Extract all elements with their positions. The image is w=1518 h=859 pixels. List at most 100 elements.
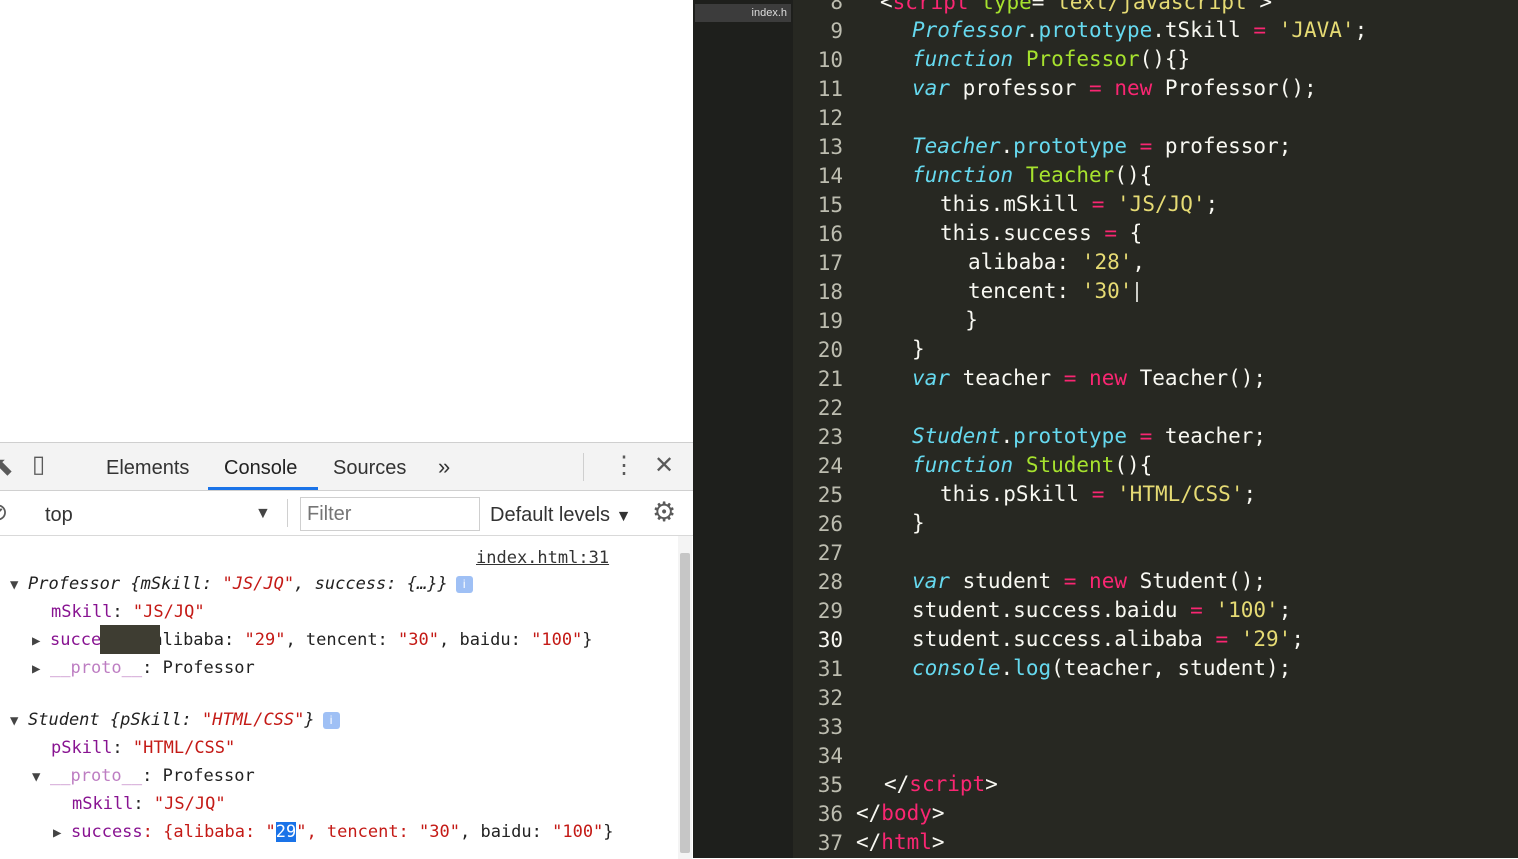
active-tab-indicator [208,487,318,490]
line-number: 27 [817,541,843,565]
info-icon[interactable]: i [322,711,340,729]
code-line-31: console.log(teacher, student); [912,656,1292,680]
line-number: 35 [817,773,843,797]
chevron-down-icon: ▼ [615,508,632,525]
line-number: 8 [830,0,843,14]
expand-triangle-icon[interactable]: ▶ [32,633,50,649]
text-cursor [1136,282,1138,302]
line-number: 26 [817,512,843,536]
line-number: 23 [817,425,843,449]
line-number: 14 [817,164,843,188]
code-line-37: </html> [856,830,945,854]
line-number: 10 [817,48,843,72]
code-line-30: student.success.alibaba = '29'; [912,627,1304,651]
expand-triangle-icon[interactable]: ▼ [32,769,50,785]
file-tab[interactable]: index.h [695,4,791,22]
tab-elements[interactable]: Elements [106,457,189,480]
line-number: 18 [817,280,843,304]
code-line-25: this.pSkill = 'HTML/CSS'; [940,482,1257,506]
code-line-17: alibaba: '28', [968,250,1146,274]
code-line-14: function Teacher(){ [912,163,1153,187]
code-line-10: function Professor(){} [912,47,1191,71]
line-number: 25 [817,483,843,507]
toolbar-divider [583,453,584,481]
line-number: 32 [817,686,843,710]
line-number: 16 [817,222,843,246]
line-number: 13 [817,135,843,159]
line-number: 34 [817,744,843,768]
line-number: 36 [817,802,843,826]
line-number: 24 [817,454,843,478]
code-line-13: Teacher.prototype = professor; [912,134,1292,158]
line-number: 37 [817,831,843,855]
code-line-18: tencent: '30' [968,279,1133,303]
code-line-8: <script type="text/javascript"> [880,0,1272,14]
property-row-proto[interactable]: ▶ __proto__: Professor [32,658,255,678]
context-selector[interactable]: top [45,504,73,527]
more-tabs-icon[interactable]: » [438,454,450,480]
line-number: 28 [817,570,843,594]
line-number: 21 [817,367,843,391]
property-row-proto[interactable]: ▼ __proto__: Professor [32,766,255,786]
device-toolbar-icon[interactable]: ▯ [32,452,45,478]
property-row-success[interactable]: ▶ success: {alibaba: "29", tencent: "30",… [53,822,614,842]
line-number: 22 [817,396,843,420]
code-line-23: Student.prototype = teacher; [912,424,1267,448]
line-number: 19 [817,309,843,333]
line-number: 15 [817,193,843,217]
source-link[interactable]: index.html:31 [476,548,609,568]
filter-divider [287,499,288,527]
expand-triangle-icon[interactable]: ▶ [53,825,71,841]
code-line-16: this.success = { [940,221,1143,245]
code-line-11: var professor = new Professor(); [912,76,1317,100]
code-line-9: Professor.prototype.tSkill = 'JAVA'; [912,18,1368,42]
tab-console[interactable]: Console [224,457,297,480]
log-object-student[interactable]: ▼ Student {pSkill: "HTML/CSS"} i [10,710,340,730]
line-number: 30 [817,628,843,652]
expand-triangle-icon[interactable]: ▼ [10,577,28,593]
property-row: mSkill: "JS/JQ" [72,794,226,814]
line-number: 31 [817,657,843,681]
line-number: 29 [817,599,843,623]
scrollbar-thumb[interactable] [680,553,690,853]
inspect-element-icon[interactable]: ⬉ [0,453,14,479]
line-number: 20 [817,338,843,362]
line-number: 33 [817,715,843,739]
chevron-down-icon[interactable]: ▼ [255,505,271,523]
code-line-35: </script> [884,772,998,796]
code-line-36: </body> [856,801,945,825]
code-line-15: this.mSkill = 'JS/JQ'; [940,192,1219,216]
gear-icon[interactable]: ⚙ [652,499,676,526]
log-object-professor[interactable]: ▼ Professor {mSkill: "JS/JQ", success: {…… [10,574,473,594]
code-line-28: var student = new Student(); [912,569,1267,593]
filter-input[interactable] [300,497,480,531]
expand-triangle-icon[interactable]: ▼ [10,713,28,729]
code-line-21: var teacher = new Teacher(); [912,366,1267,390]
browser-page [0,0,693,442]
clear-console-icon[interactable]: ⊘ [0,500,8,526]
active-line-highlight [100,625,160,654]
log-levels-dropdown[interactable]: Default levels ▼ [490,504,631,527]
console-output: index.html:31 ▼ Professor {mSkill: "JS/JQ… [0,536,678,859]
code-line-26: } [912,511,925,535]
code-line-20: } [912,337,925,361]
line-number: 9 [830,19,843,43]
devtools-toolbar: ⬉ ▯ Elements Console Sources » ⋮ ✕ [0,443,693,491]
file-sidebar: index.h [693,0,793,858]
log-levels-label: Default levels [490,504,611,526]
kebab-menu-icon[interactable]: ⋮ [612,453,636,479]
expand-triangle-icon[interactable]: ▶ [32,661,50,677]
tab-sources[interactable]: Sources [333,457,406,480]
selected-text: 29 [275,822,297,842]
code-line-24: function Student(){ [912,453,1153,477]
code-line-19: } [940,308,978,332]
line-number: 17 [817,251,843,275]
console-filter-bar: ⊘ top ▼ Default levels ▼ ⚙ [0,491,693,536]
code-line-29: student.success.baidu = '100'; [912,598,1292,622]
info-icon[interactable]: i [455,575,473,593]
property-row: mSkill: "JS/JQ" [51,602,205,622]
line-number: 12 [817,106,843,130]
close-icon[interactable]: ✕ [654,453,674,479]
property-row: pSkill: "HTML/CSS" [51,738,236,758]
line-number: 11 [817,77,843,101]
